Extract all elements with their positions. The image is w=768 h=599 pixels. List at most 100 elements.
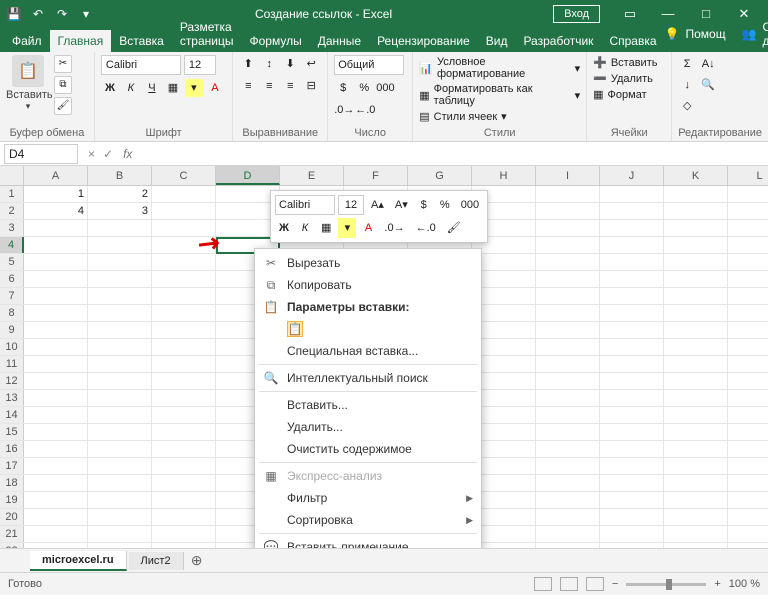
add-sheet-button[interactable]: ⊕ [186,552,208,569]
column-header-E[interactable]: E [280,166,344,185]
cell-C7[interactable] [152,288,216,304]
cell-J10[interactable] [600,339,664,355]
tab-view[interactable]: Вид [478,30,516,52]
row-header-21[interactable]: 21 [0,526,24,542]
row-header-12[interactable]: 12 [0,373,24,389]
align-center-icon[interactable]: ≡ [260,77,278,95]
cm-delete[interactable]: Удалить... [255,416,481,438]
mt-dec-decimal-icon[interactable]: ←.0 [412,218,440,238]
page-break-view-icon[interactable] [586,577,604,591]
row-header-1[interactable]: 1 [0,186,24,202]
cell-K20[interactable] [664,509,728,525]
fx-icon[interactable]: fx [123,147,140,161]
row-header-9[interactable]: 9 [0,322,24,338]
cell-B7[interactable] [88,288,152,304]
cell-K6[interactable] [664,271,728,287]
cell-K1[interactable] [664,186,728,202]
page-layout-view-icon[interactable] [560,577,578,591]
cm-copy[interactable]: ⧉Копировать [255,274,481,296]
cell-J13[interactable] [600,390,664,406]
cell-L16[interactable] [728,441,768,457]
cm-filter[interactable]: Фильтр▶ [255,487,481,509]
zoom-slider[interactable] [626,583,706,586]
row-header-20[interactable]: 20 [0,509,24,525]
cell-J20[interactable] [600,509,664,525]
cell-I19[interactable] [536,492,600,508]
column-header-F[interactable]: F [344,166,408,185]
cell-A5[interactable] [24,254,88,270]
cell-A8[interactable] [24,305,88,321]
tab-insert[interactable]: Вставка [111,30,172,52]
cell-L9[interactable] [728,322,768,338]
cells-insert-button[interactable]: ➕Вставить [593,55,657,70]
tab-review[interactable]: Рецензирование [369,30,478,52]
cm-insert[interactable]: Вставить... [255,394,481,416]
column-header-G[interactable]: G [408,166,472,185]
cell-B18[interactable] [88,475,152,491]
cell-C15[interactable] [152,424,216,440]
cell-C12[interactable] [152,373,216,389]
cell-L22[interactable] [728,543,768,548]
cell-K8[interactable] [664,305,728,321]
cell-A18[interactable] [24,475,88,491]
tab-home[interactable]: Главная [50,30,112,52]
column-header-A[interactable]: A [24,166,88,185]
conditional-formatting-button[interactable]: 📊Условное форматирование▾ [419,55,580,81]
cell-I3[interactable] [536,220,600,236]
column-header-J[interactable]: J [600,166,664,185]
row-header-8[interactable]: 8 [0,305,24,321]
cell-A12[interactable] [24,373,88,389]
cell-J21[interactable] [600,526,664,542]
row-header-15[interactable]: 15 [0,424,24,440]
cell-I2[interactable] [536,203,600,219]
italic-button[interactable]: К [122,79,140,97]
cell-L3[interactable] [728,220,768,236]
cell-A14[interactable] [24,407,88,423]
autosum-icon[interactable]: Σ [678,55,696,73]
bold-button[interactable]: Ж [101,79,119,97]
cell-L4[interactable] [728,237,768,253]
tab-data[interactable]: Данные [310,30,369,52]
cell-B21[interactable] [88,526,152,542]
cell-J16[interactable] [600,441,664,457]
cell-L1[interactable] [728,186,768,202]
cell-I11[interactable] [536,356,600,372]
cell-L15[interactable] [728,424,768,440]
cell-J17[interactable] [600,458,664,474]
cell-J7[interactable] [600,288,664,304]
cell-J5[interactable] [600,254,664,270]
cell-J19[interactable] [600,492,664,508]
mt-comma-icon[interactable]: 000 [457,195,483,215]
cell-I13[interactable] [536,390,600,406]
cell-J12[interactable] [600,373,664,389]
clear-icon[interactable]: ◇ [678,97,696,115]
cell-A21[interactable] [24,526,88,542]
mt-inc-decimal-icon[interactable]: .0→ [380,218,408,238]
cell-A1[interactable]: 1 [24,186,88,202]
redo-icon[interactable]: ↷ [54,6,70,22]
row-header-6[interactable]: 6 [0,271,24,287]
row-header-17[interactable]: 17 [0,458,24,474]
cell-C16[interactable] [152,441,216,457]
cell-J22[interactable] [600,543,664,548]
cell-B20[interactable] [88,509,152,525]
cell-L6[interactable] [728,271,768,287]
cell-B9[interactable] [88,322,152,338]
cell-K12[interactable] [664,373,728,389]
sign-in-button[interactable]: Вход [553,5,600,23]
cell-L19[interactable] [728,492,768,508]
qat-customize-icon[interactable]: ▾ [78,6,94,22]
cell-C13[interactable] [152,390,216,406]
cut-icon[interactable]: ✂ [54,55,72,73]
cell-L7[interactable] [728,288,768,304]
align-right-icon[interactable]: ≡ [281,77,299,95]
cell-C14[interactable] [152,407,216,423]
row-header-11[interactable]: 11 [0,356,24,372]
save-icon[interactable]: 💾 [6,6,22,22]
cell-C22[interactable] [152,543,216,548]
cell-B13[interactable] [88,390,152,406]
cell-B5[interactable] [88,254,152,270]
cell-L11[interactable] [728,356,768,372]
cell-A6[interactable] [24,271,88,287]
merge-icon[interactable]: ⊟ [302,77,320,95]
